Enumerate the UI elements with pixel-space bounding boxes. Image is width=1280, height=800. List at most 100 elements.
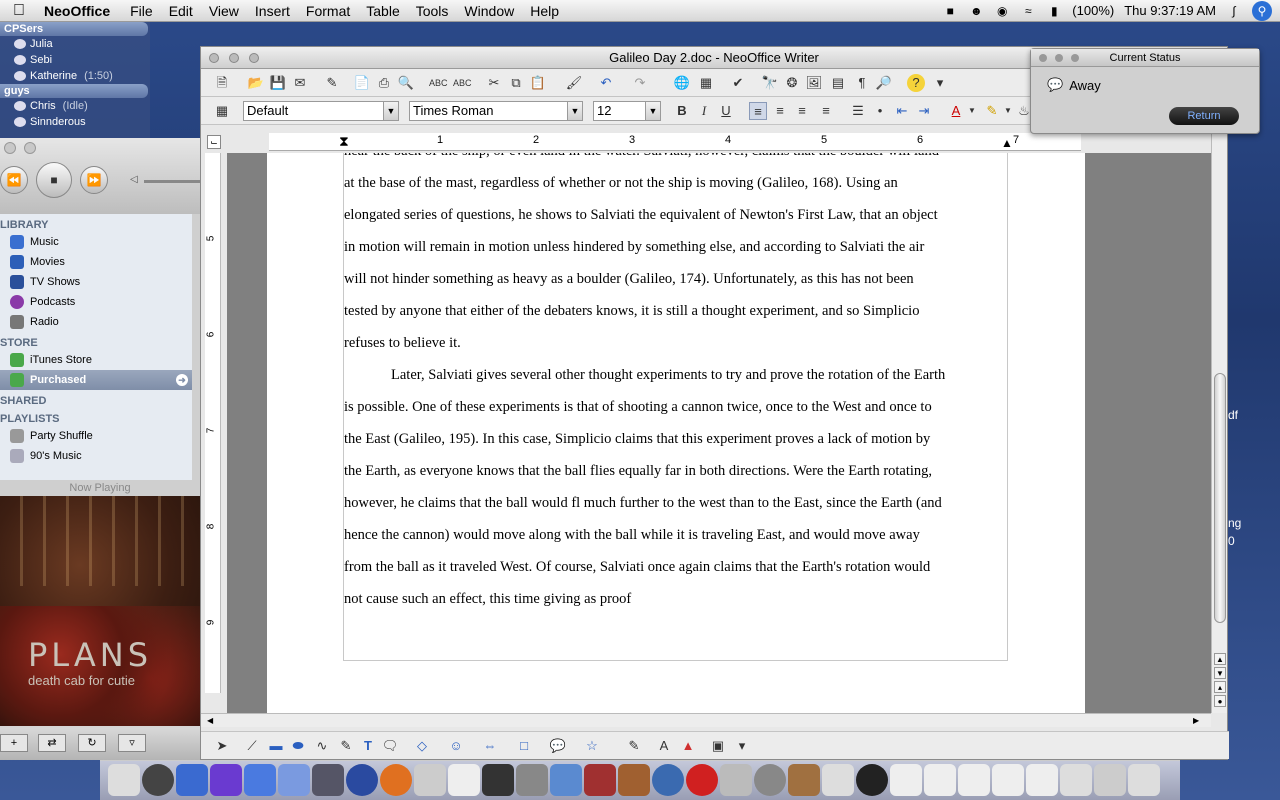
text-line[interactable]: however, he claims that the ball would f… [344,487,1006,519]
callouts-icon[interactable]: 💬 [549,737,567,755]
battery-percent[interactable]: (100%) [1072,3,1114,18]
battery-icon[interactable]: ▮ [1046,4,1062,18]
text-line[interactable]: not cause such an effect, this time givi… [344,583,1006,615]
source-movies[interactable]: Movies [0,252,192,272]
scroll-thumb[interactable] [1214,373,1226,623]
print-icon[interactable]: ⎙ [375,74,393,92]
menu-extra-icon[interactable]: ■ [942,4,958,18]
apple-menu-icon[interactable]:  [0,2,38,20]
spellcheck-icon[interactable]: ABC [429,74,448,92]
scroll-left-icon[interactable]: ◀ [207,716,213,725]
align-right-icon[interactable]: ≡ [793,102,811,120]
autospellcheck-icon[interactable]: ABC [453,74,472,92]
horizontal-ruler[interactable]: ⧗ 1 2 3 4 5 6 7 ▲ [269,133,1081,151]
menu-insert[interactable]: Insert [247,3,298,19]
buddy-chris[interactable]: Chris (Idle) [0,98,150,114]
copy-icon[interactable]: ⧉ [507,74,525,92]
volume-slider[interactable] [144,180,200,183]
menu-view[interactable]: View [201,3,247,19]
document-icon[interactable] [924,764,956,796]
show-draw-functions-icon[interactable]: ✔ [729,74,747,92]
numbering-icon[interactable]: ☰ [849,102,867,120]
menu-table[interactable]: Table [358,3,407,19]
app-icon[interactable] [482,764,514,796]
bold-icon[interactable]: B [673,102,691,120]
app-icon[interactable] [754,764,786,796]
text-line[interactable]: at the base of the mast, regardless of w… [344,167,1006,199]
format-paintbrush-icon[interactable]: 🖌 [565,74,583,92]
mail-icon[interactable] [176,764,208,796]
app-icon[interactable] [652,764,684,796]
source-purchased[interactable]: Purchased ➜ [0,370,192,390]
artwork-toggle-icon[interactable]: ▿ [118,734,146,752]
save-icon[interactable]: 💾 [269,74,287,92]
repeat-icon[interactable]: ↻ [78,734,106,752]
hyperlink-icon[interactable]: 🌐 [673,74,691,92]
buddy-katherine[interactable]: Katherine (1:50) [0,68,150,84]
finder-icon[interactable] [108,764,140,796]
minimize-icon[interactable] [24,142,36,154]
document-icon[interactable] [890,764,922,796]
app-icon[interactable] [822,764,854,796]
wifi-icon[interactable]: ≈ [1020,4,1036,18]
desktop-icon-label[interactable]: df [1228,408,1238,422]
sync-icon[interactable]: ◉ [994,4,1010,18]
close-icon[interactable] [209,53,219,63]
folder-icon[interactable] [1060,764,1092,796]
bullets-icon[interactable]: • [871,102,889,120]
undo-icon[interactable]: ↶ [597,74,615,92]
increase-indent-icon[interactable]: ⇥ [915,102,933,120]
document-area[interactable]: near the back of the ship, or even land … [227,153,1213,713]
buddy-sebi[interactable]: Sebi [0,52,150,68]
app-icon[interactable] [720,764,752,796]
zoom-icon[interactable] [249,53,259,63]
cut-icon[interactable]: ✂ [485,74,503,92]
source-podcasts[interactable]: Podcasts [0,292,192,312]
return-button[interactable]: Return [1169,107,1239,125]
scroll-right-icon[interactable]: ▶ [1193,716,1199,725]
document-icon[interactable] [1026,764,1058,796]
horizontal-scrollbar[interactable]: ◀ ▶ [201,713,1211,727]
buddy-sinnderous[interactable]: Sinnderous [0,114,150,130]
scroll-down-icon[interactable]: ▼ [1214,667,1226,679]
align-center-icon[interactable]: ≡ [771,102,789,120]
vertical-scrollbar[interactable]: ▲ ▼ ▴ ● [1211,133,1227,713]
justify-icon[interactable]: ≡ [817,102,835,120]
app-icon[interactable] [210,764,242,796]
paragraph-style-select[interactable]: Default ▼ [243,101,399,121]
extrusion-icon[interactable]: ▣ [709,737,727,755]
app-icon[interactable] [346,764,378,796]
data-sources-icon[interactable]: ▤ [829,74,847,92]
zoom-icon[interactable] [1071,54,1079,62]
text-line[interactable]: tested by anyone that either of the deba… [344,295,1006,327]
app-icon[interactable] [686,764,718,796]
text-icon[interactable]: T [359,737,377,755]
toolbar-overflow-icon[interactable]: ▾ [733,737,751,755]
open-folder-icon[interactable]: 📂 [247,74,265,92]
redo-icon[interactable]: ↷ [631,74,649,92]
menu-tools[interactable]: Tools [408,3,457,19]
chevron-down-icon[interactable]: ▼ [383,102,398,120]
text-line[interactable]: the East (Galileo, 195). In this case, S… [344,423,1006,455]
shuffle-button-icon[interactable]: ⇄ [38,734,66,752]
text-line[interactable]: the Earth, as everyone knows that the ba… [344,455,1006,487]
playlist-party-shuffle[interactable]: Party Shuffle [0,426,192,446]
app-icon[interactable] [516,764,548,796]
spotlight-icon[interactable]: ⚲ [1252,0,1272,21]
app-icon[interactable] [312,764,344,796]
next-icon[interactable]: ⏩ [80,166,108,194]
itunes-icon[interactable] [550,764,582,796]
right-indent-marker-icon[interactable]: ▲ [1001,136,1013,150]
arrow-right-icon[interactable]: ➜ [176,374,188,386]
tab-stop-selector-icon[interactable]: ⌙ [207,135,221,149]
vertical-ruler[interactable]: 5 6 7 8 9 [205,153,221,693]
font-size-select[interactable]: 12 ▼ [593,101,661,121]
source-radio[interactable]: Radio [0,312,192,332]
points-icon[interactable]: ✎ [625,737,643,755]
ichat-icon[interactable] [414,764,446,796]
text-line[interactable]: near the back of the ship, or even land … [344,153,1006,167]
scroll-up-icon[interactable]: ▲ [1214,653,1226,665]
chevron-down-icon[interactable]: ▼ [963,102,981,120]
itunes-scrollbar[interactable] [192,214,200,480]
stop-icon[interactable]: ■ [36,162,72,198]
